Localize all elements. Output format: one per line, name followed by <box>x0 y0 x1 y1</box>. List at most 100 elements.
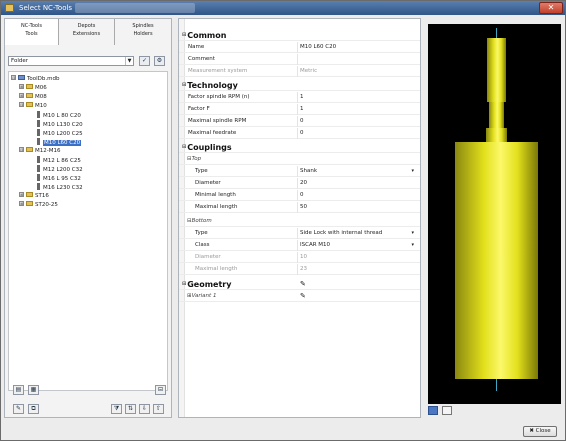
property-value[interactable]: 0 <box>300 128 418 139</box>
tree-node-folder[interactable]: ⊞ M08 <box>19 93 47 101</box>
property-row-comment[interactable]: Comment <box>179 54 420 65</box>
chevron-down-icon[interactable]: ▾ <box>411 228 414 239</box>
property-row-top-min-length[interactable]: Minimal length 0 <box>179 190 420 201</box>
property-row-factor-spindle-rpm[interactable]: Factor spindle RPM (n) 1 <box>179 92 420 103</box>
window-close-button[interactable]: ✕ <box>539 2 563 14</box>
collapse-icon[interactable]: ⊟ <box>19 147 24 152</box>
collapse-icon[interactable]: ⊟ <box>11 75 16 80</box>
pencil-icon[interactable]: ✎ <box>300 291 306 302</box>
collapse-icon[interactable]: ⊟ <box>182 82 186 88</box>
tool-icon <box>37 111 40 118</box>
chevron-down-icon[interactable]: ▼ <box>125 57 133 65</box>
filter-options-icon[interactable]: ⚙ <box>154 56 165 66</box>
property-value[interactable]: 0 <box>300 116 418 127</box>
property-row-name[interactable]: Name M10 L60 C20 <box>179 42 420 53</box>
subcategory-bottom[interactable]: ⊟Bottom <box>179 216 420 227</box>
import-icon[interactable]: ⇩ <box>139 404 150 414</box>
tree-node-label: ST20-25 <box>35 202 58 208</box>
tab-nc-tools[interactable]: NC-Tools Tools <box>5 19 59 45</box>
tree-node-label: M06 <box>35 85 47 91</box>
property-row-variant[interactable]: ⊞Variant 1 ✎ <box>179 291 420 302</box>
tree-node-folder[interactable]: ⊞ ST16 <box>19 192 49 200</box>
property-value[interactable]: 1 <box>300 104 418 115</box>
property-row-top-type[interactable]: Type Shank ▾ <box>179 166 420 177</box>
tool-icon <box>37 156 40 163</box>
property-row-max-spindle-rpm[interactable]: Maximal spindle RPM 0 <box>179 116 420 127</box>
pencil-icon[interactable]: ✎ <box>300 278 306 290</box>
property-value[interactable]: 0 <box>300 190 418 201</box>
close-button[interactable]: ✖ Close <box>523 426 557 437</box>
property-value[interactable]: Side Lock with internal thread <box>300 228 418 239</box>
filter-apply-icon[interactable]: ✓ <box>139 56 150 66</box>
property-key: Factor spindle RPM (n) <box>188 94 250 100</box>
tree-node-tool[interactable]: M10 L 80 C20 <box>37 111 81 119</box>
expand-icon[interactable]: ⊞ <box>19 84 24 89</box>
property-value[interactable]: Shank <box>300 166 418 177</box>
category-geometry[interactable]: ⊟Geometry ✎ <box>179 278 420 290</box>
tree-node-folder[interactable]: ⊞ M06 <box>19 84 47 92</box>
expand-icon[interactable]: ⊞ <box>19 93 24 98</box>
category-common[interactable]: ⊟Common <box>179 29 420 41</box>
expand-icon[interactable]: ⊞ <box>19 192 24 197</box>
property-value[interactable]: M10 L60 C20 <box>300 42 418 53</box>
tab-depots[interactable]: Depots Extensions <box>59 19 115 45</box>
tree-node-folder[interactable]: ⊟ M12-M16 <box>19 147 60 155</box>
property-value[interactable]: ISCAR M10 <box>300 240 418 251</box>
title-bar-highlight <box>75 3 195 13</box>
tool-3d-preview[interactable] <box>428 24 561 404</box>
chevron-down-icon[interactable]: ▾ <box>411 166 414 177</box>
grid-view-icon[interactable]: ▦ <box>28 385 39 395</box>
tree-node-tool[interactable]: M16 L230 C32 <box>37 183 83 191</box>
list-view-icon[interactable]: ▤ <box>13 385 24 395</box>
folder-icon <box>26 102 33 107</box>
tree-node-tool[interactable]: M10 L130 C20 <box>37 120 83 128</box>
property-row-max-feedrate[interactable]: Maximal feedrate 0 <box>179 128 420 139</box>
export-icon[interactable]: ⇧ <box>153 404 164 414</box>
copy-tool-icon[interactable]: ⧉ <box>28 404 39 414</box>
shank-ring <box>486 128 507 142</box>
edit-tool-icon[interactable]: ✎ <box>13 404 24 414</box>
window-title: Select NC-Tools <box>19 4 73 12</box>
property-value[interactable]: 50 <box>300 202 418 213</box>
property-row-bottom-type[interactable]: Type Side Lock with internal thread ▾ <box>179 228 420 239</box>
property-row-measurement-system: Measurement system Metric <box>179 66 420 77</box>
sort-icon[interactable]: ⇅ <box>125 404 136 414</box>
expand-icon[interactable]: ⊞ <box>19 201 24 206</box>
property-key: Name <box>188 44 205 50</box>
filter-combo[interactable]: Folder ▼ <box>8 56 134 66</box>
property-row-top-diameter[interactable]: Diameter 20 <box>179 178 420 189</box>
folder-icon <box>26 201 33 206</box>
category-couplings[interactable]: ⊟Couplings <box>179 141 420 153</box>
filter-combo-value: Folder <box>11 58 28 64</box>
subcategory-title: Top <box>191 156 202 162</box>
collapse-all-icon[interactable]: ⊟ <box>155 385 166 395</box>
category-technology[interactable]: ⊟Technology <box>179 79 420 91</box>
property-row-bottom-class[interactable]: Class ISCAR M10 ▾ <box>179 240 420 251</box>
tree-node-root[interactable]: ⊟ ToolDb.mdb <box>11 75 60 83</box>
tree-node-tool[interactable]: M16 L 95 C32 <box>37 174 81 182</box>
collapse-icon[interactable]: ⊟ <box>182 144 186 150</box>
property-row-factor-f[interactable]: Factor F 1 <box>179 104 420 115</box>
property-value[interactable]: 20 <box>300 178 418 189</box>
tree-node-tool[interactable]: M12 L200 C32 <box>37 165 83 173</box>
collapse-icon[interactable]: ⊟ <box>182 32 186 38</box>
tab-spindles[interactable]: Spindles Holders <box>115 19 171 45</box>
collapse-icon[interactable]: ⊟ <box>182 281 186 287</box>
tree-node-label: M16 L 95 C32 <box>43 176 81 182</box>
wireframe-view-icon[interactable] <box>442 406 452 415</box>
app-icon <box>5 4 14 12</box>
tree-node-tool[interactable]: M10 L200 C25 <box>37 129 83 137</box>
chevron-down-icon[interactable]: ▾ <box>411 240 414 251</box>
property-value[interactable]: 1 <box>300 92 418 103</box>
property-row-top-max-length[interactable]: Maximal length 50 <box>179 202 420 213</box>
tree-node-folder[interactable]: ⊞ ST20-25 <box>19 201 58 209</box>
category-title: Geometry <box>187 280 232 289</box>
shaded-view-icon[interactable] <box>428 406 438 415</box>
collapse-icon[interactable]: ⊟ <box>19 102 24 107</box>
tree-node-tool-selected[interactable]: M10 L60 C20 <box>37 138 82 146</box>
subcategory-top[interactable]: ⊟Top <box>179 154 420 165</box>
title-bar: Select NC-Tools ✕ <box>1 1 565 15</box>
tree-node-folder[interactable]: ⊟ M10 <box>19 102 47 110</box>
filter-icon[interactable]: ⧩ <box>111 404 122 414</box>
tree-node-tool[interactable]: M12 L 86 C25 <box>37 156 81 164</box>
